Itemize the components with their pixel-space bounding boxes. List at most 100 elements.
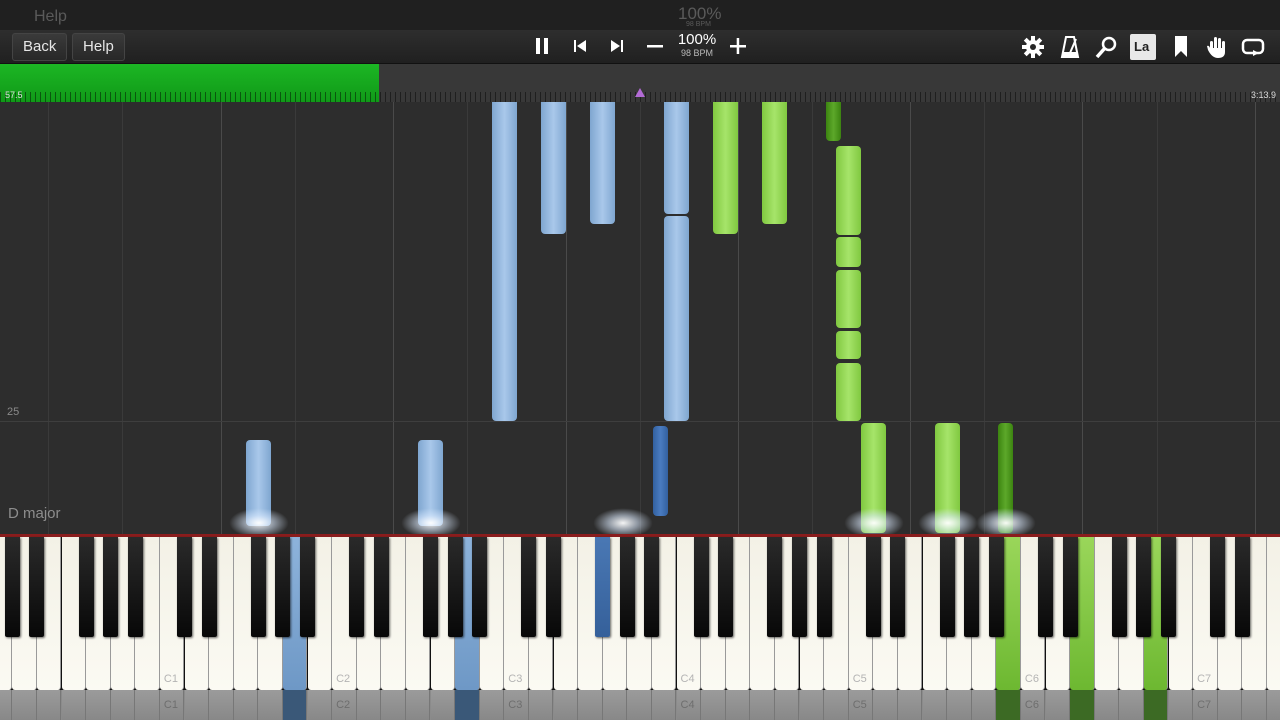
white-key[interactable] <box>1266 537 1280 690</box>
black-key[interactable] <box>693 537 709 637</box>
note-label-la-icon[interactable]: La <box>1130 34 1156 60</box>
falling-note <box>590 102 615 224</box>
black-key[interactable] <box>816 537 832 637</box>
black-key[interactable] <box>619 537 635 637</box>
black-key[interactable] <box>792 537 807 637</box>
black-key[interactable] <box>1111 537 1127 637</box>
black-key[interactable] <box>521 537 537 637</box>
mini-key <box>405 690 431 720</box>
black-key[interactable] <box>250 537 266 637</box>
mini-key <box>1070 690 1095 720</box>
mini-octave-label: C2 <box>336 699 351 711</box>
mini-key <box>1143 690 1169 720</box>
help-button[interactable]: Help <box>72 33 125 61</box>
black-key[interactable] <box>1136 537 1152 637</box>
falling-note <box>653 426 668 516</box>
pause-icon[interactable] <box>530 35 554 59</box>
black-key[interactable] <box>1210 537 1226 637</box>
note-label-text: La <box>1134 39 1150 54</box>
gridline <box>48 102 49 534</box>
gridline <box>1082 102 1083 534</box>
mini-octave-label: C4 <box>680 699 695 711</box>
octave-label: C1 <box>163 673 178 685</box>
black-key[interactable] <box>865 537 881 637</box>
black-key[interactable] <box>472 537 488 637</box>
mini-key <box>381 690 406 720</box>
next-icon[interactable] <box>605 35 629 59</box>
mini-key <box>725 690 751 720</box>
falling-note <box>664 102 689 214</box>
piano-keyboard: C1 C2 C3 C4 C5 C6 C7 <box>0 537 1280 690</box>
mini-key <box>774 690 800 720</box>
mini-key <box>356 690 382 720</box>
black-key[interactable] <box>644 537 660 637</box>
black-key[interactable] <box>1062 537 1078 637</box>
black-key[interactable] <box>447 537 463 637</box>
octave-label: C4 <box>680 673 695 685</box>
mini-key <box>701 690 726 720</box>
black-key[interactable] <box>4 537 20 637</box>
black-key[interactable] <box>423 537 438 637</box>
black-key[interactable] <box>1234 537 1250 637</box>
black-key[interactable] <box>29 537 45 637</box>
black-key[interactable] <box>300 537 315 637</box>
mini-key <box>922 690 948 720</box>
bookmark-icon[interactable] <box>1168 34 1194 60</box>
black-key[interactable] <box>177 537 192 637</box>
zoom-magnifier-icon[interactable] <box>1094 34 1120 60</box>
mini-key <box>1045 690 1071 720</box>
black-key[interactable] <box>767 537 783 637</box>
settings-gear-icon[interactable] <box>1020 34 1046 60</box>
tempo-percent: 100% <box>677 31 717 48</box>
mini-key <box>1217 690 1243 720</box>
black-key[interactable] <box>275 537 291 637</box>
black-key[interactable] <box>890 537 906 637</box>
black-key[interactable] <box>988 537 1004 637</box>
plus-icon[interactable] <box>726 35 750 59</box>
black-key[interactable] <box>939 537 955 637</box>
octave-label: C3 <box>508 673 523 685</box>
tempo-bpm: 98 BPM <box>680 48 713 58</box>
gridline <box>393 102 394 534</box>
gridline <box>984 102 985 534</box>
gridline <box>910 102 911 534</box>
black-key[interactable] <box>78 537 94 637</box>
hand-icon[interactable] <box>1204 34 1230 60</box>
mini-key <box>479 690 505 720</box>
playhead-marker[interactable] <box>635 88 645 97</box>
mini-key <box>86 690 111 720</box>
key-hit-glow <box>844 508 904 534</box>
back-button[interactable]: Back <box>12 33 68 61</box>
minus-icon[interactable] <box>643 35 667 59</box>
mini-key <box>873 690 898 720</box>
falling-note <box>836 146 861 235</box>
black-key[interactable] <box>718 537 734 637</box>
gridline <box>812 102 813 534</box>
mini-key <box>307 690 333 720</box>
black-key[interactable] <box>373 537 389 637</box>
black-key[interactable] <box>127 537 143 637</box>
gridline <box>122 102 123 534</box>
mini-key <box>258 690 283 720</box>
mini-key <box>947 690 972 720</box>
mini-octave-label: C3 <box>508 699 523 711</box>
black-key[interactable] <box>595 537 611 637</box>
black-key[interactable] <box>1038 537 1053 637</box>
black-key[interactable] <box>546 537 561 637</box>
black-key[interactable] <box>201 537 217 637</box>
black-key[interactable] <box>1161 537 1176 637</box>
loop-icon[interactable] <box>1240 34 1266 60</box>
mini-key <box>184 690 210 720</box>
black-key[interactable] <box>103 537 119 637</box>
previous-icon[interactable] <box>568 35 592 59</box>
metronome-icon[interactable] <box>1057 34 1083 60</box>
falling-note <box>836 237 861 267</box>
total-time: 3:13.9 <box>1250 90 1276 100</box>
black-key[interactable] <box>349 537 365 637</box>
toolbar: Back Help 100% 98 BPM La <box>0 30 1280 64</box>
black-key[interactable] <box>964 537 980 637</box>
mini-key <box>1242 690 1267 720</box>
mini-octave-label: C6 <box>1024 699 1039 711</box>
key-signature: D major <box>8 505 61 522</box>
mini-key <box>282 690 308 720</box>
